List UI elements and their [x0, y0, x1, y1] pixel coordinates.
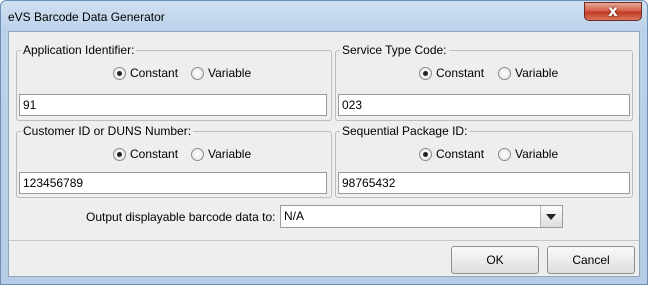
radio-unselected-icon	[498, 67, 511, 80]
output-select[interactable]: N/A	[280, 205, 563, 228]
application-identifier-group: Application Identifier: Constant Variabl…	[16, 44, 332, 121]
radio-selected-icon	[419, 67, 432, 80]
constant-label: Constant	[130, 147, 179, 161]
button-separator	[9, 240, 639, 241]
output-select-value: N/A	[284, 209, 305, 223]
variable-label: Variable	[208, 66, 252, 80]
sequential-package-id-group: Sequential Package ID: Constant Variable…	[335, 125, 633, 198]
output-label: Output displayable barcode data to:	[86, 210, 276, 224]
close-icon: x	[608, 2, 618, 20]
service-type-code-input[interactable]: 023	[338, 94, 630, 116]
radio-selected-icon	[113, 67, 126, 80]
constant-label: Constant	[436, 66, 485, 80]
title-bar[interactable]: eVS Barcode Data Generator x	[1, 1, 647, 31]
radio-unselected-icon	[498, 148, 511, 161]
cancel-button[interactable]: Cancel	[547, 246, 635, 274]
application-identifier-legend: Application Identifier:	[21, 43, 137, 57]
variable-label: Variable	[515, 147, 559, 161]
close-button[interactable]: x	[584, 2, 642, 21]
application-identifier-input[interactable]: 91	[19, 94, 327, 116]
sequential-package-id-legend: Sequential Package ID:	[340, 124, 470, 138]
service-type-code-legend: Service Type Code:	[340, 43, 449, 57]
constant-label: Constant	[130, 66, 179, 80]
dialog-window: eVS Barcode Data Generator x Application…	[0, 0, 648, 285]
customer-id-input[interactable]: 123456789	[19, 172, 327, 194]
ok-button[interactable]: OK	[451, 246, 539, 274]
customer-id-group: Customer ID or DUNS Number: Constant Var…	[16, 125, 332, 198]
constant-label: Constant	[436, 147, 485, 161]
variable-label: Variable	[208, 147, 252, 161]
window-title: eVS Barcode Data Generator	[8, 10, 165, 24]
dialog-content: Application Identifier: Constant Variabl…	[8, 31, 640, 277]
radio-unselected-icon	[191, 148, 204, 161]
radio-selected-icon	[419, 148, 432, 161]
customer-id-legend: Customer ID or DUNS Number:	[21, 124, 194, 138]
chevron-down-icon[interactable]	[540, 206, 562, 227]
radio-selected-icon	[113, 148, 126, 161]
variable-label: Variable	[515, 66, 559, 80]
service-type-code-group: Service Type Code: Constant Variable 023	[335, 44, 633, 121]
sequential-package-id-input[interactable]: 98765432	[338, 172, 630, 194]
radio-unselected-icon	[191, 67, 204, 80]
